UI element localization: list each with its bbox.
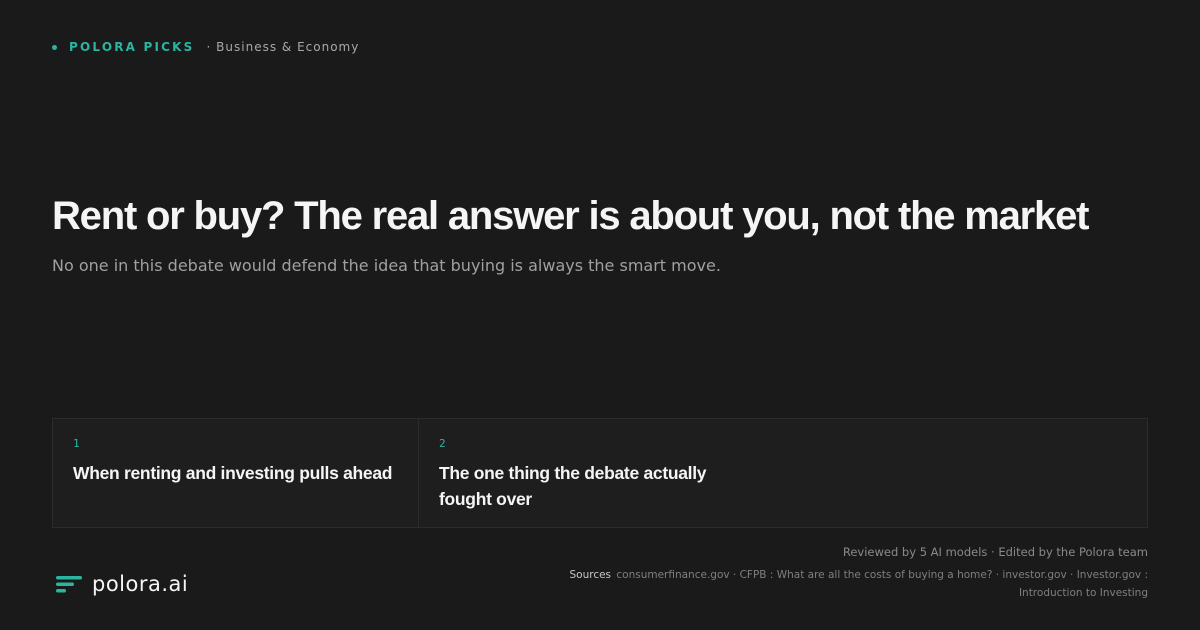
sources-line-2: Introduction to Investing <box>1018 587 1148 599</box>
section-card[interactable]: 1 When renting and investing pulls ahead <box>53 419 419 527</box>
section-number: 1 <box>73 437 80 450</box>
category-label: · Business & Economy <box>206 40 360 54</box>
section-number: 2 <box>439 437 446 450</box>
logo: polora.ai <box>56 572 188 596</box>
polora-logo-icon <box>56 576 82 593</box>
headline: Rent or buy? The real answer is about yo… <box>52 194 1089 238</box>
footer-credits: Reviewed by 5 AI models · Edited by the … <box>528 544 1148 602</box>
section-title: When renting and investing pulls ahead <box>73 463 393 483</box>
section-card[interactable]: 2 The one thing the debate actually foug… <box>419 419 739 527</box>
reviewed-note: Reviewed by 5 AI models · Edited by the … <box>842 545 1148 559</box>
logo-text: polora.ai <box>92 572 189 596</box>
sources-line-1: consumerfinance.gov · CFPB : What are al… <box>616 569 1148 581</box>
subhead: No one in this debate would defend the i… <box>52 256 721 275</box>
section-title: The one thing the debate actually fought… <box>439 463 707 509</box>
page: POLORA PICKS · Business & Economy Rent o… <box>0 0 1200 630</box>
sections-list: 1 When renting and investing pulls ahead… <box>52 418 1148 528</box>
dot-icon <box>52 44 57 50</box>
sources-list: Sources consumerfinance.gov · CFPB : Wha… <box>528 566 1148 602</box>
topbar: POLORA PICKS · Business & Economy <box>52 40 359 54</box>
sources-label: Sources <box>569 569 612 581</box>
brand-label: POLORA PICKS <box>69 40 195 54</box>
